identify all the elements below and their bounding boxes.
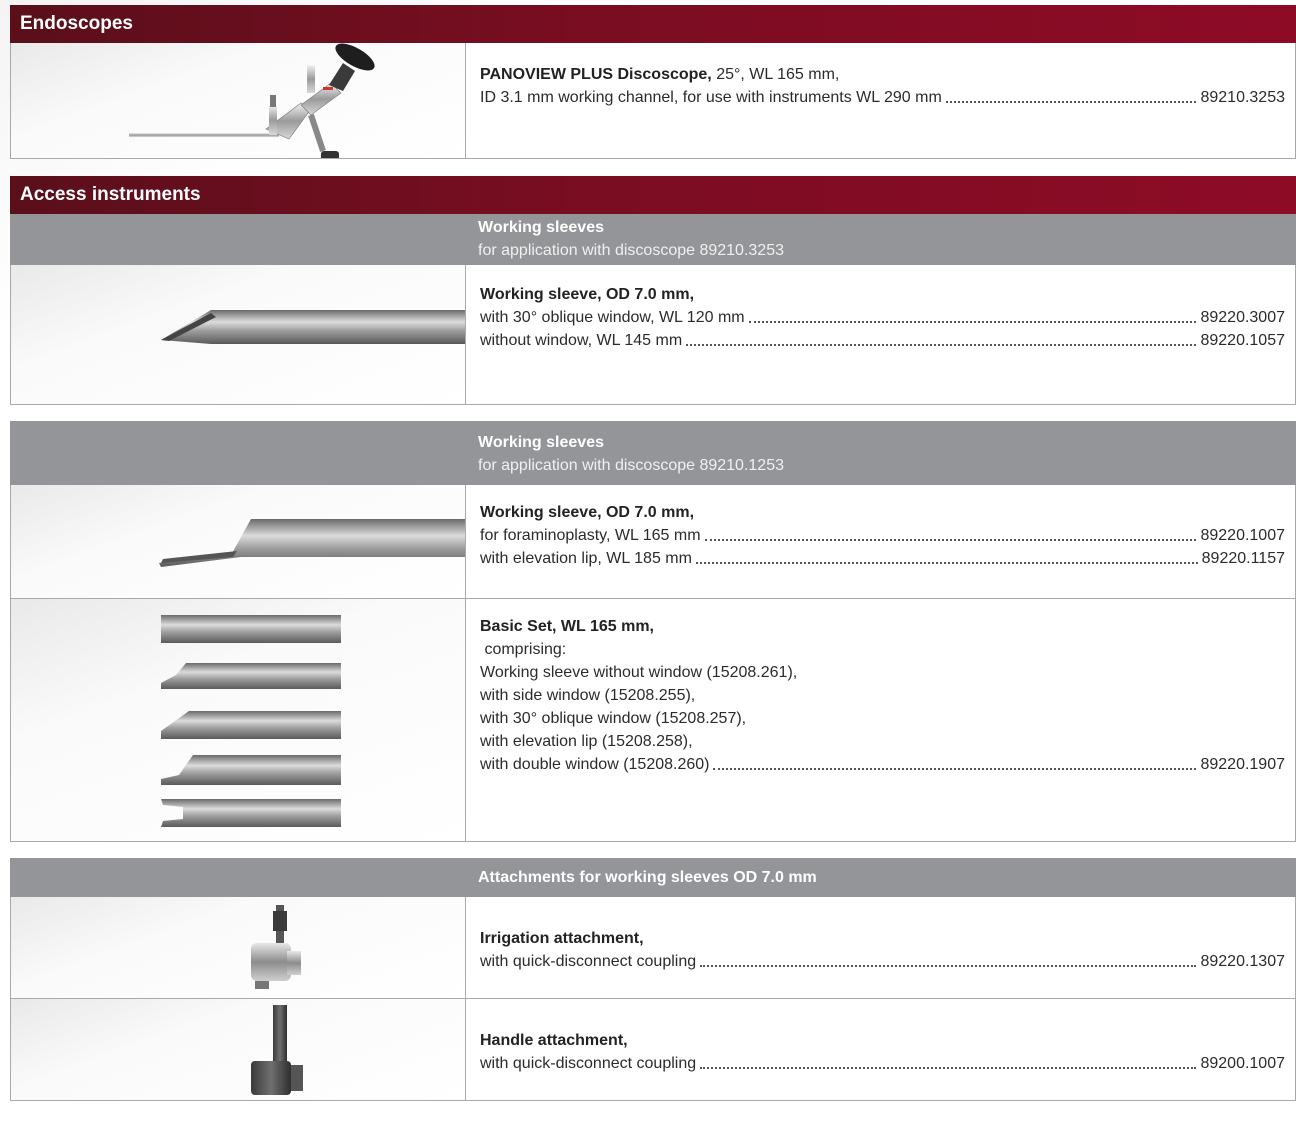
discoscope-image: [11, 43, 466, 158]
order-line-text: with quick-disconnect coupling: [480, 953, 697, 970]
endoscopes-section: Endoscopes PANOVIEW PLUS Discoscope, 25°…: [10, 5, 1296, 159]
leader-dots: [713, 753, 1197, 770]
leader-dots: [704, 524, 1197, 541]
irrigation-description: Irrigation attachment, with quick-discon…: [466, 897, 1295, 998]
leader-dots: [686, 329, 1197, 346]
product-row-handle: Handle attachment, with quick-disconnect…: [10, 999, 1296, 1101]
access-section: Access instruments Working sleeves for a…: [10, 176, 1296, 1101]
basic-set-description: Basic Set, WL 165 mm, comprising: Workin…: [466, 599, 1295, 841]
group-header-working-sleeves-2: Working sleeves for application with dis…: [10, 421, 1296, 485]
order-number: 89200.1007: [1200, 1055, 1285, 1072]
leader-dots: [945, 86, 1197, 103]
basic-set-image: [11, 599, 466, 841]
product-title: Working sleeve, OD 7.0 mm,: [480, 504, 695, 521]
order-line-text: with quick-disconnect coupling: [480, 1055, 697, 1072]
section-header-endoscopes: Endoscopes: [10, 5, 1296, 43]
product-title: Handle attachment,: [480, 1032, 628, 1049]
discoscope-title: PANOVIEW PLUS Discoscope,: [480, 66, 712, 83]
order-number: 89220.1157: [1201, 550, 1285, 567]
order-line: for foraminoplasty, WL 165 mm 89220.1007: [480, 524, 1285, 547]
set-line: comprising:: [480, 641, 567, 658]
working-sleeve-elevation-image: [11, 485, 466, 598]
set-line: with side window (15208.255),: [480, 687, 696, 704]
product-title: Working sleeve, OD 7.0 mm,: [480, 286, 695, 303]
set-line: Working sleeve without window (15208.261…: [480, 664, 798, 681]
irrigation-attachment-image: [11, 897, 466, 998]
order-number: 89220.1007: [1200, 527, 1285, 544]
product-row-basic-set: Basic Set, WL 165 mm, comprising: Workin…: [10, 599, 1296, 842]
handle-attachment-image: [11, 999, 466, 1100]
working-sleeve-1-description: Working sleeve, OD 7.0 mm, with 30° obli…: [466, 265, 1295, 404]
discoscope-specs: 25°, WL 165 mm,: [711, 66, 840, 83]
order-line: with double window (15208.260) 89220.190…: [480, 753, 1285, 776]
order-number: 89210.3253: [1200, 89, 1285, 106]
group-subtitle: for application with discoscope 89210.12…: [478, 457, 784, 474]
order-line: with quick-disconnect coupling 89220.130…: [480, 950, 1285, 973]
order-number: 89220.1057: [1200, 332, 1285, 349]
order-line: with 30° oblique window, WL 120 mm 89220…: [480, 306, 1285, 329]
product-row-irrigation: Irrigation attachment, with quick-discon…: [10, 897, 1296, 999]
group-title: Working sleeves: [478, 219, 604, 236]
product-title: Basic Set, WL 165 mm,: [480, 618, 654, 635]
order-line-text: for foraminoplasty, WL 165 mm: [480, 527, 701, 544]
order-number: 89220.1907: [1200, 756, 1285, 773]
order-line-text: ID 3.1 mm working channel, for use with …: [480, 89, 942, 106]
set-line: with elevation lip (15208.258),: [480, 733, 693, 750]
group-title: Working sleeves: [478, 434, 604, 451]
discoscope-description: PANOVIEW PLUS Discoscope, 25°, WL 165 mm…: [466, 43, 1295, 158]
order-line-text: with 30° oblique window, WL 120 mm: [480, 309, 745, 326]
order-line: with elevation lip, WL 185 mm 89220.1157: [480, 547, 1285, 570]
product-row-working-sleeve-1: Working sleeve, OD 7.0 mm, with 30° obli…: [10, 265, 1296, 405]
leader-dots: [700, 1052, 1197, 1069]
product-title: Irrigation attachment,: [480, 930, 644, 947]
leader-dots: [700, 950, 1197, 967]
leader-dots: [695, 547, 1198, 564]
order-line-text: with double window (15208.260): [480, 756, 710, 773]
order-number: 89220.1307: [1200, 953, 1285, 970]
group-title: Attachments for working sleeves OD 7.0 m…: [478, 869, 817, 886]
order-line-text: with elevation lip, WL 185 mm: [480, 550, 692, 567]
order-number: 89220.3007: [1200, 309, 1285, 326]
order-line: with quick-disconnect coupling 89200.100…: [480, 1052, 1285, 1075]
handle-description: Handle attachment, with quick-disconnect…: [466, 999, 1295, 1100]
order-line: without window, WL 145 mm 89220.1057: [480, 329, 1285, 352]
group-header-attachments: Attachments for working sleeves OD 7.0 m…: [10, 858, 1296, 897]
leader-dots: [748, 306, 1197, 323]
product-row-discoscope: PANOVIEW PLUS Discoscope, 25°, WL 165 mm…: [10, 43, 1296, 159]
group-header-working-sleeves-1: Working sleeves for application with dis…: [10, 214, 1296, 265]
discoscope-title-line: PANOVIEW PLUS Discoscope, 25°, WL 165 mm…: [480, 63, 1285, 86]
working-sleeve-oblique-image: [11, 265, 466, 404]
section-header-access: Access instruments: [10, 176, 1296, 214]
product-row-working-sleeve-2: Working sleeve, OD 7.0 mm, for foraminop…: [10, 485, 1296, 599]
working-sleeve-2-description: Working sleeve, OD 7.0 mm, for foraminop…: [466, 485, 1295, 598]
order-line-text: without window, WL 145 mm: [480, 332, 683, 349]
order-line: ID 3.1 mm working channel, for use with …: [480, 86, 1285, 109]
set-line: with 30° oblique window (15208.257),: [480, 710, 747, 727]
group-subtitle: for application with discoscope 89210.32…: [478, 242, 784, 259]
